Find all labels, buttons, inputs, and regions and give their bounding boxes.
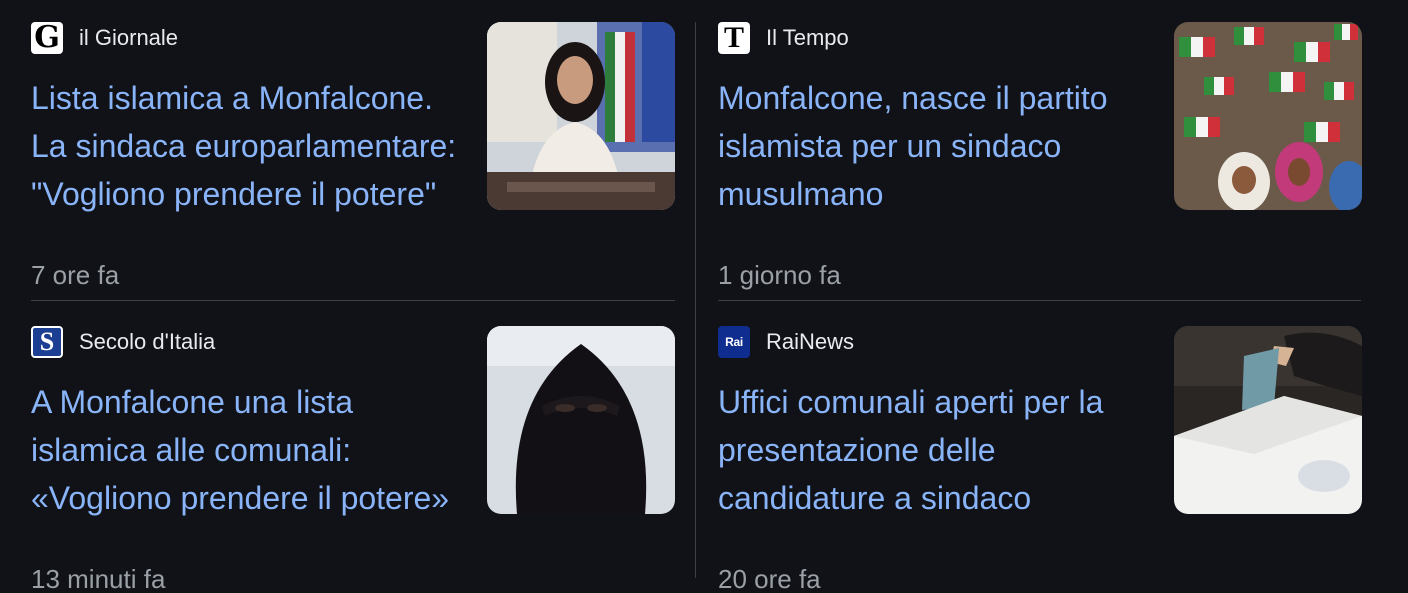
secolo-ditalia-logo-icon: S	[31, 326, 63, 358]
column-divider	[695, 22, 696, 578]
source-row: Rai RaiNews	[718, 326, 854, 358]
news-card-il-giornale[interactable]: G il Giornale Lista islamica a Monfalcon…	[31, 22, 675, 292]
rainews-logo-icon: Rai	[718, 326, 750, 358]
published-time: 20 ore fa	[718, 564, 821, 593]
headline-link[interactable]: Lista islamica a Monfalcone. La sindaca …	[31, 74, 471, 218]
article-thumbnail[interactable]	[1174, 326, 1362, 514]
article-thumbnail[interactable]	[1174, 22, 1362, 210]
row-divider-right	[718, 300, 1361, 301]
source-name: Secolo d'Italia	[79, 329, 216, 354]
source-row: G il Giornale	[31, 22, 178, 54]
row-divider-left	[31, 300, 675, 301]
woman-in-niqab-image-icon	[487, 326, 675, 514]
ballot-box-image-icon	[1174, 326, 1362, 514]
published-time: 7 ore fa	[31, 260, 120, 290]
article-thumbnail[interactable]	[487, 22, 675, 210]
headline-link[interactable]: Monfalcone, nasce il partito islamista p…	[718, 74, 1158, 218]
source-row: S Secolo d'Italia	[31, 326, 215, 358]
woman-at-desk-image-icon	[487, 22, 675, 210]
il-tempo-logo-icon: T	[718, 22, 750, 54]
news-card-secolo-ditalia[interactable]: S Secolo d'Italia A Monfalcone una lista…	[31, 326, 675, 593]
source-name: RaiNews	[766, 329, 855, 354]
published-time: 1 giorno fa	[718, 260, 841, 290]
published-time: 13 minuti fa	[31, 564, 166, 593]
article-thumbnail[interactable]	[487, 326, 675, 514]
news-card-rainews[interactable]: Rai RaiNews Uffici comunali aperti per l…	[718, 326, 1362, 593]
source-row: T Il Tempo	[718, 22, 849, 54]
headline-link[interactable]: A Monfalcone una lista islamica alle com…	[31, 378, 471, 522]
crowd-with-flags-image-icon	[1174, 22, 1362, 210]
headline-link[interactable]: Uffici comunali aperti per la presentazi…	[718, 378, 1158, 522]
news-grid: G il Giornale Lista islamica a Monfalcon…	[0, 0, 1408, 593]
source-name: Il Tempo	[766, 25, 849, 50]
news-card-il-tempo[interactable]: T Il Tempo Monfalcone, nasce il partito …	[718, 22, 1362, 292]
il-giornale-logo-icon: G	[31, 22, 63, 54]
source-name: il Giornale	[79, 25, 179, 50]
